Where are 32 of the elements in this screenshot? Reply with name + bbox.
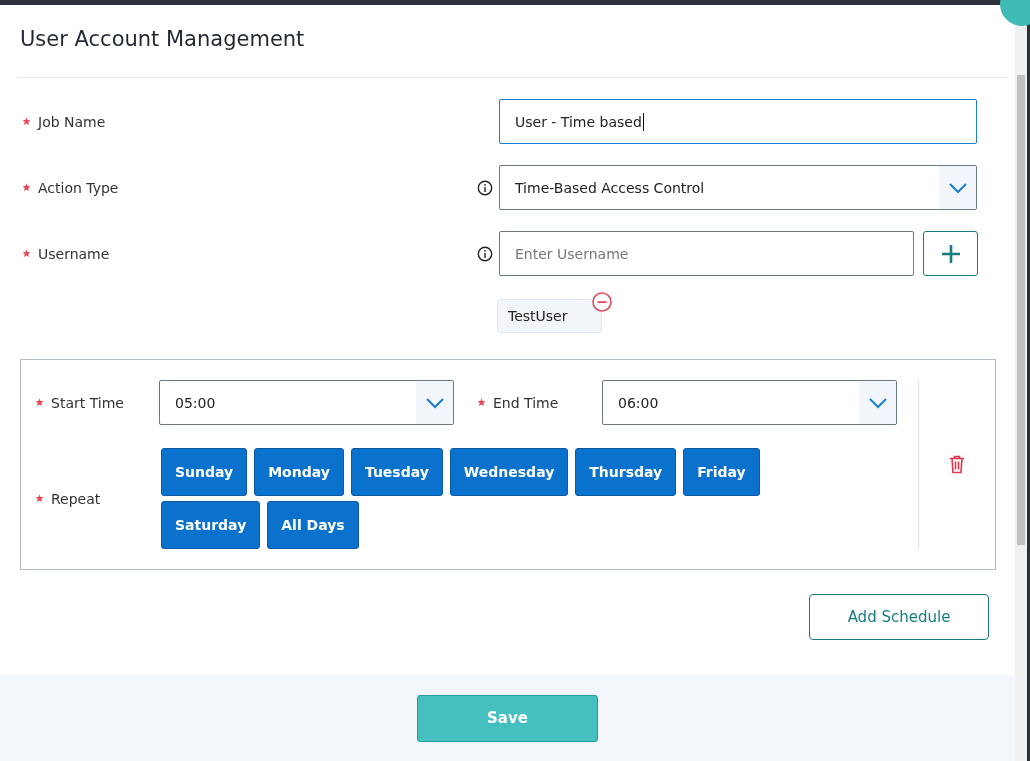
required-icon [35, 398, 44, 407]
chevron-down-icon [867, 396, 888, 409]
field-label: Username [38, 245, 110, 262]
day-button[interactable]: All Days [267, 501, 359, 549]
field-label: Job Name [38, 113, 106, 130]
day-button[interactable]: Tuesday [350, 448, 443, 496]
field-label: End Time [493, 394, 559, 411]
time-dropdown[interactable]: 05:00 [159, 380, 454, 425]
day-button[interactable]: Saturday [161, 501, 261, 549]
dialog-title: User Account Management [18, 5, 1008, 78]
time-dropdown[interactable]: 06:00 [602, 380, 897, 425]
chevron-down-icon [424, 396, 445, 409]
day-button[interactable]: Sunday [161, 448, 248, 496]
required-icon [477, 398, 486, 407]
required-icon [35, 494, 44, 503]
username-field[interactable]: Enter Username [499, 231, 914, 276]
day-button[interactable]: Wednesday [449, 448, 569, 496]
day-button[interactable]: Thursday [575, 448, 677, 496]
field-label: Start Time [51, 394, 124, 411]
field-label: Action Type [38, 179, 119, 196]
scrollbar-thumb[interactable] [1017, 75, 1025, 545]
add-button[interactable] [923, 231, 978, 276]
chevron-down-icon [947, 181, 968, 194]
day-button[interactable]: Monday [254, 448, 344, 496]
field-label: Repeat [51, 490, 101, 507]
remove-icon[interactable] [592, 292, 613, 312]
add-schedule-button[interactable]: Add Schedule [809, 594, 989, 640]
dropdown[interactable]: Time-Based Access Control [499, 165, 977, 210]
day-button[interactable]: Friday [683, 448, 760, 496]
trash-icon[interactable] [949, 455, 965, 474]
text-field[interactable]: User - Time based [499, 99, 977, 144]
plus-icon [940, 243, 961, 264]
